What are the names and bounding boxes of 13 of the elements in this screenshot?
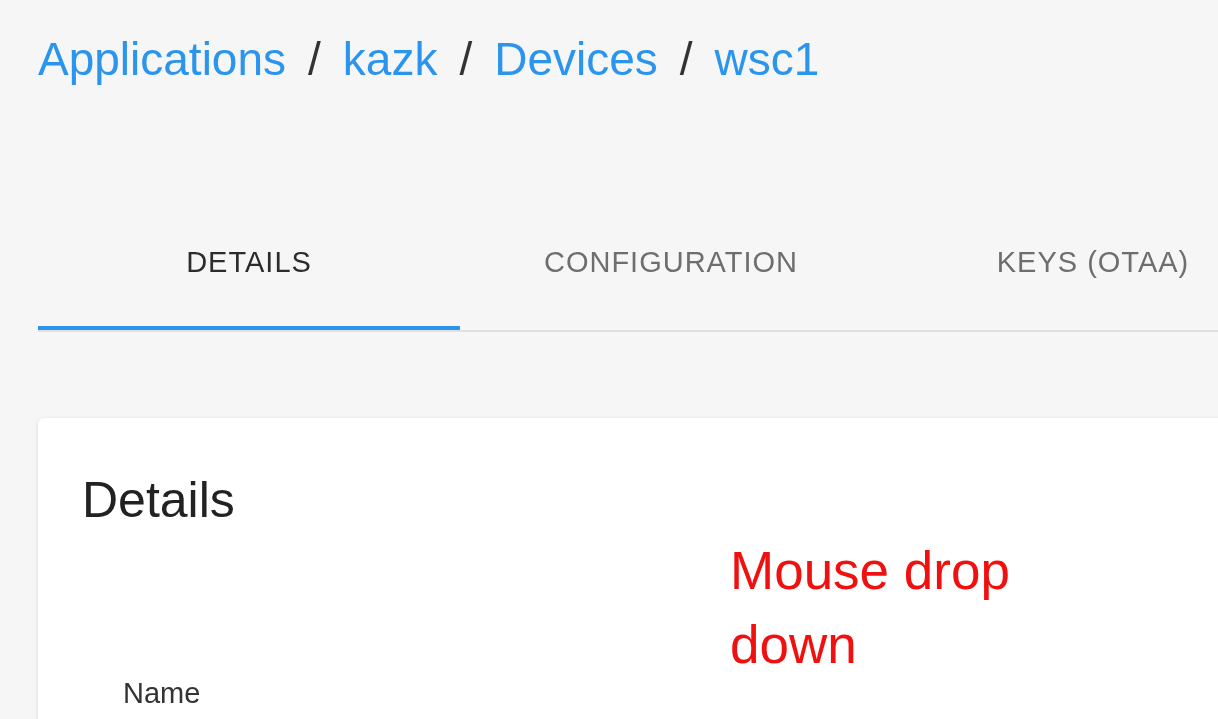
tab[interactable]: KEYS (OTAA) [882,198,1218,330]
tab[interactable]: DETAILS [38,198,460,330]
breadcrumb-link[interactable]: wsc1 [714,30,820,88]
card-title: Details [82,471,236,530]
breadcrumb-link[interactable]: kazk [342,30,438,88]
field-label: Name [123,676,202,710]
breadcrumb-link[interactable]: Devices [494,30,658,88]
tab[interactable]: CONFIGURATION [460,198,882,330]
breadcrumb-separator: / [679,32,693,87]
breadcrumb-separator: / [308,32,321,87]
breadcrumb-separator: / [459,32,473,87]
breadcrumb-link[interactable]: Applications [38,30,287,88]
annotation-note: Mouse drop down [730,540,1011,676]
